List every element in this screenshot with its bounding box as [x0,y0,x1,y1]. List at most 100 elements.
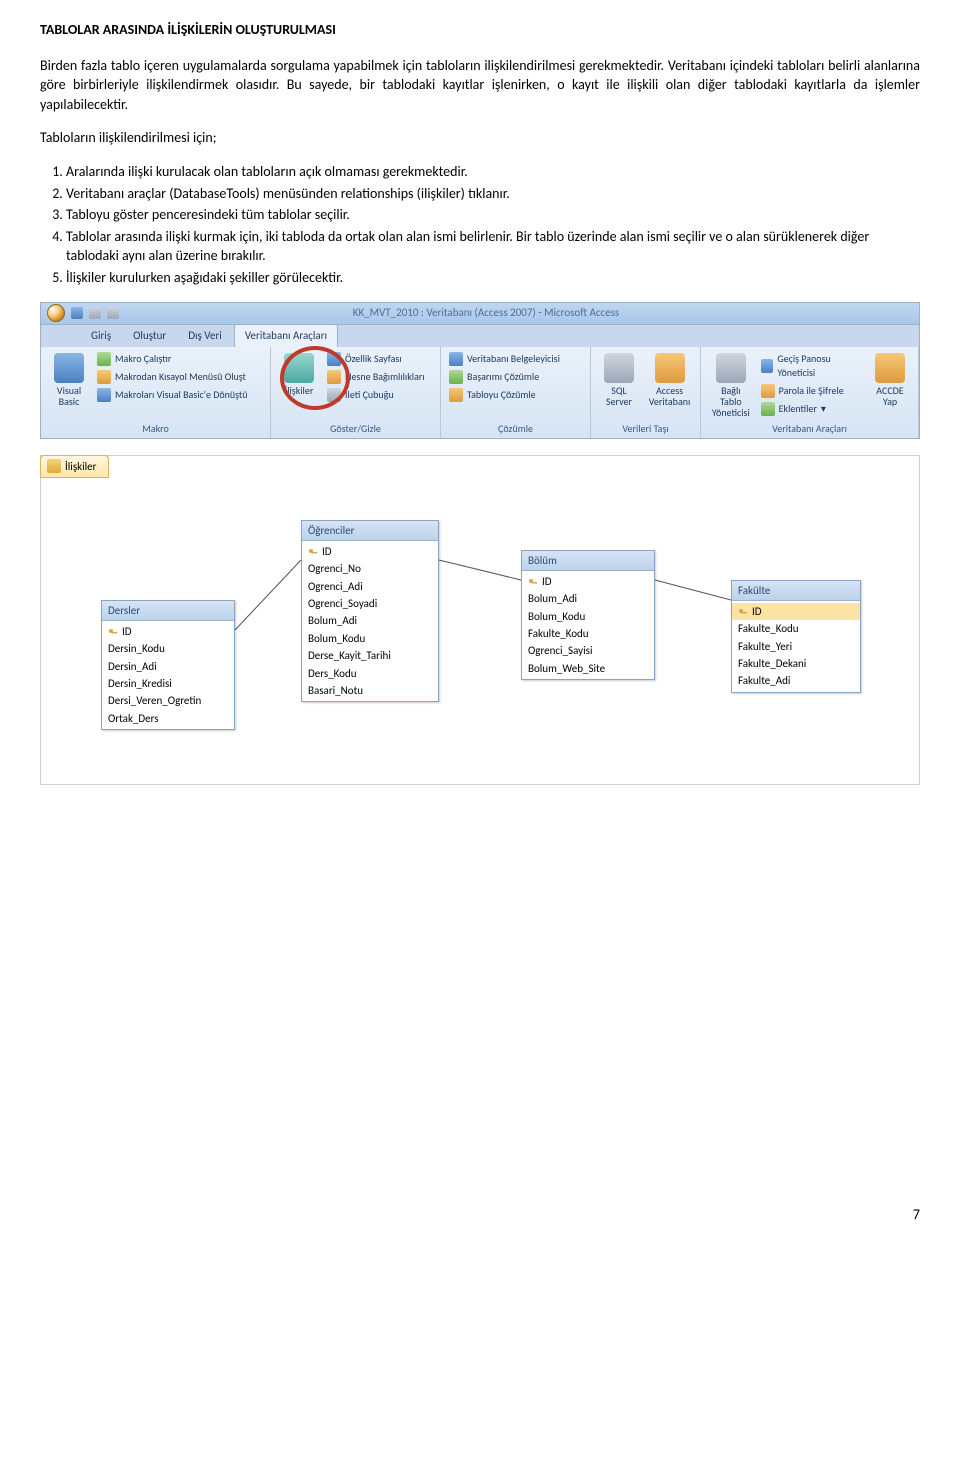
convert-macro-icon [97,388,111,402]
qat-undo-icon[interactable] [89,307,101,319]
primary-key-icon [738,607,748,617]
group-label-goster-gizle: Göster/Gizle [277,420,434,436]
makro-kisayol-button[interactable]: Makrodan Kısayol Menüsü Oluşt [95,369,250,385]
field-id[interactable]: ID [302,543,438,560]
field-item[interactable]: Fakulte_Adi [732,672,860,689]
ileti-cubugu-button[interactable]: İleti Çubuğu [325,387,427,403]
page-heading: TABLOLAR ARASINDA İLİŞKİLERİN OLUŞTURULM… [40,20,920,40]
visual-basic-icon [54,353,84,383]
field-item[interactable]: Fakulte_Yeri [732,638,860,655]
sql-server-button[interactable]: SQL Server [597,351,641,409]
step-item: İlişkiler kurulurken aşağıdaki şekiller … [66,268,920,288]
field-item[interactable]: Bolum_Kodu [522,608,654,625]
accde-icon [875,353,905,383]
iliskiler-button[interactable]: İlişkiler [277,351,321,398]
field-item[interactable]: Bolum_Adi [302,612,438,629]
field-item[interactable]: Derse_Kayit_Tarihi [302,647,438,664]
bagli-tablo-yoneticisi-button[interactable]: Bağlı Tablo Yöneticisi [707,351,755,420]
primary-key-icon [108,627,118,637]
analyze-perf-icon [449,370,463,384]
field-item[interactable]: Fakulte_Dekani [732,655,860,672]
intro-paragraph-1: Birden fazla tablo içeren uygulamalarda … [40,56,920,115]
access-db-icon [655,353,685,383]
group-label-verileri-tasi: Verileri Taşı [597,420,694,436]
ozellik-sayfasi-button[interactable]: Özellik Sayfası [325,351,427,367]
encrypt-icon [761,384,775,398]
parola-sifrele-button[interactable]: Parola ile Şifrele [759,383,864,399]
tabloyu-cozumle-button[interactable]: Tabloyu Çözümle [447,387,562,403]
message-bar-icon [327,388,341,402]
table-fakulte[interactable]: Fakülte ID Fakulte_Kodu Fakulte_Yeri Fak… [731,580,861,693]
field-id[interactable]: ID [522,573,654,590]
field-item[interactable]: Bolum_Web_Site [522,660,654,677]
field-item[interactable]: Ogrenci_Sayisi [522,642,654,659]
office-orb-icon[interactable] [47,304,65,322]
relationships-window: İlişkiler Dersler ID Dersin_Kodu Dersin_… [40,455,920,785]
field-item[interactable]: Fakulte_Kodu [522,625,654,642]
veritabani-belgeleyicisi-button[interactable]: Veritabanı Belgeleyicisi [447,351,562,367]
table-title-fakulte: Fakülte [732,581,860,601]
ribbon-body: Visual Basic Makro Çalıştır Makrodan Kıs… [41,347,919,438]
qat-redo-icon[interactable] [107,307,119,319]
table-dersler[interactable]: Dersler ID Dersin_Kodu Dersin_Adi Dersin… [101,600,235,731]
step-item: Tablolar arasında ilişki kurmak için, ik… [66,227,920,266]
ribbon-titlebar: KK_MVT_2010 : Veritabanı (Access 2007) -… [41,303,919,325]
field-item[interactable]: Ogrenci_Soyadi [302,595,438,612]
gecis-panosu-button[interactable]: Geçiş Panosu Yöneticisi [759,351,864,381]
relationships-tab[interactable]: İlişkiler [40,455,109,478]
ribbon-screenshot: KK_MVT_2010 : Veritabanı (Access 2007) -… [40,302,920,439]
tab-olustur[interactable]: Oluştur [123,325,176,346]
linked-table-icon [716,353,746,383]
object-deps-icon [327,370,341,384]
basarimi-cozumle-button[interactable]: Başarımı Çözümle [447,369,562,385]
field-item[interactable]: Ders_Kodu [302,665,438,682]
table-ogrenciler[interactable]: Öğrenciler ID Ogrenci_No Ogrenci_Adi Ogr… [301,520,439,703]
makro-vb-donustur-button[interactable]: Makroları Visual Basic'e Dönüştü [95,387,250,403]
tab-veritabani-araclari[interactable]: Veritabanı Araçları [234,324,338,346]
relationships-tab-label: İlişkiler [65,459,96,474]
relationships-tab-icon [47,459,61,473]
access-veritabani-button[interactable]: Access Veritabanı [645,351,694,409]
access-ribbon: KK_MVT_2010 : Veritabanı (Access 2007) -… [40,302,920,439]
primary-key-icon [528,577,538,587]
analyze-table-icon [449,388,463,402]
field-item[interactable]: Ogrenci_No [302,560,438,577]
field-item[interactable]: Ogrenci_Adi [302,578,438,595]
intro-paragraph-2: Tabloların ilişkilendirilmesi için; [40,128,920,148]
sql-server-icon [604,353,634,383]
field-item[interactable]: Dersin_Kodu [102,640,234,657]
table-title-bolum: Bölüm [522,551,654,571]
group-label-makro: Makro [47,420,264,436]
qat-save-icon[interactable] [71,307,83,319]
nesne-bagimliliklari-button[interactable]: Nesne Bağımlılıkları [325,369,427,385]
field-id[interactable]: ID [102,623,234,640]
documenter-icon [449,352,463,366]
relationships-icon [284,353,314,383]
eklentiler-button[interactable]: Eklentiler ▾ [759,401,864,417]
field-item[interactable]: Bolum_Adi [522,590,654,607]
accde-yap-button[interactable]: ACCDE Yap [868,351,912,409]
steps-list: Aralarında ilişki kurulacak olan tablola… [40,162,920,288]
group-label-cozumle: Çözümle [447,420,584,436]
visual-basic-button[interactable]: Visual Basic [47,351,91,409]
relationships-canvas[interactable]: Dersler ID Dersin_Kodu Dersin_Adi Dersin… [41,480,919,784]
table-bolum[interactable]: Bölüm ID Bolum_Adi Bolum_Kodu Fakulte_Ko… [521,550,655,681]
tab-giris[interactable]: Giriş [81,325,121,346]
step-item: Tabloyu göster penceresindeki tüm tablol… [66,205,920,225]
field-id[interactable]: ID [732,603,860,620]
field-item[interactable]: Bolum_Kodu [302,630,438,647]
field-item[interactable]: Ortak_Ders [102,710,234,727]
property-sheet-icon [327,352,341,366]
tab-dis-veri[interactable]: Dış Veri [178,325,232,346]
step-item: Veritabanı araçlar (DatabaseTools) menüs… [66,184,920,204]
field-item[interactable]: Dersin_Adi [102,658,234,675]
field-item[interactable]: Dersi_Veren_Ogretin [102,692,234,709]
field-item[interactable]: Fakulte_Kodu [732,620,860,637]
step-item: Aralarında ilişki kurulacak olan tablola… [66,162,920,182]
addins-icon [761,402,775,416]
ribbon-tabs: Giriş Oluştur Dış Veri Veritabanı Araçla… [41,325,919,347]
field-item[interactable]: Basari_Notu [302,682,438,699]
makro-calistir-button[interactable]: Makro Çalıştır [95,351,250,367]
table-title-ogrenciler: Öğrenciler [302,521,438,541]
field-item[interactable]: Dersin_Kredisi [102,675,234,692]
